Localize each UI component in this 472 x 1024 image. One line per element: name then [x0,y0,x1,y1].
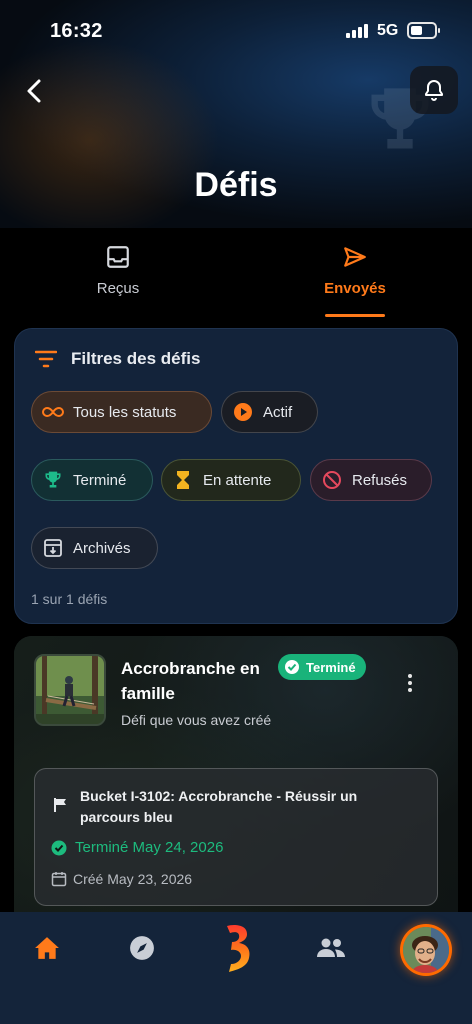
tab-recus-label: Reçus [96,280,140,297]
brand-logo[interactable] [212,920,262,976]
filter-chip-termine[interactable]: Terminé [31,459,153,501]
bucket-title: Bucket I-3102: Accrobranche - Réussir un… [80,788,358,825]
challenge-subtitle: Défi que vous avez créé [121,712,272,728]
check-circle-icon [284,659,300,675]
status-time: 16:32 [50,20,103,42]
send-icon [344,247,366,267]
people-icon [317,938,345,957]
compass-icon [130,936,154,960]
created-date-label: Créé May 23, 2026 [73,871,193,887]
bottom-navigation [0,912,472,1024]
challenge-title: Accrobranche en famille [121,659,260,703]
created-date: Créé May 23, 2026 [51,871,192,887]
tab-envoyes[interactable]: Envoyés [275,244,435,320]
trophy-icon [42,469,64,491]
tab-indicator [325,314,385,317]
challenge-thumbnail [34,654,106,726]
play-icon [232,401,254,423]
nav-explore[interactable] [117,926,167,970]
calendar-icon [51,871,67,887]
result-count: 1 sur 1 défis [31,591,108,607]
nav-friends[interactable] [306,926,356,970]
tab-recus[interactable]: Reçus [38,244,198,320]
back-button[interactable] [18,74,52,108]
flag-icon [54,798,66,812]
header: 16:32 5G Défis [0,0,472,228]
filters-card: Filtres des défis Tous les statuts Actif… [14,328,458,624]
filter-chip-actif-label: Actif [263,403,293,421]
check-circle-icon [51,840,67,856]
profile-avatar-button[interactable] [400,924,452,976]
completed-date-label: Terminé May 24, 2026 [75,839,224,856]
notifications-button[interactable] [410,66,458,114]
inbox-icon [107,246,129,268]
home-icon [35,937,59,959]
back-arrow-icon [27,79,41,103]
tab-envoyes-label: Envoyés [324,280,386,297]
filter-chip-archives[interactable]: Archivés [31,527,158,569]
completed-date: Terminé May 24, 2026 [51,839,223,856]
bell-icon [425,80,443,101]
challenge-card[interactable]: Accrobranche en famille Terminé Défi que… [14,636,458,936]
nav-home[interactable] [22,926,72,970]
status-badge-label: Terminé [306,659,356,675]
signal-icon [346,24,370,38]
status-badge: Terminé [278,654,366,680]
filter-chip-archives-label: Archivés [73,539,131,557]
filters-header: Filtres des défis [35,349,200,369]
infinity-icon [42,401,64,423]
filter-icon [35,350,57,368]
archive-icon [42,537,64,559]
network-label: 5G [377,22,399,39]
filter-chip-actif[interactable]: Actif [221,391,318,433]
ban-icon [321,469,343,491]
filter-chip-refuses-label: Refusés [352,471,408,489]
filter-chip-en-attente-label: En attente [203,471,272,489]
page-title: Défis [194,166,278,204]
hourglass-icon [172,469,194,491]
status-bar: 16:32 5G [0,0,472,60]
bucket-info-box: Bucket I-3102: Accrobranche - Réussir un… [34,768,438,906]
filter-chip-all[interactable]: Tous les statuts [31,391,212,433]
more-options-button[interactable] [400,672,420,694]
filter-chip-refuses[interactable]: Refusés [310,459,432,501]
tab-bar: Reçus Envoyés [0,228,472,320]
avatar [403,927,449,973]
filter-chip-all-label: Tous les statuts [73,403,177,421]
battery-icon [407,22,440,39]
filter-chip-en-attente[interactable]: En attente [161,459,301,501]
filter-chip-termine-label: Terminé [73,471,127,489]
filters-title: Filtres des défis [71,349,201,368]
